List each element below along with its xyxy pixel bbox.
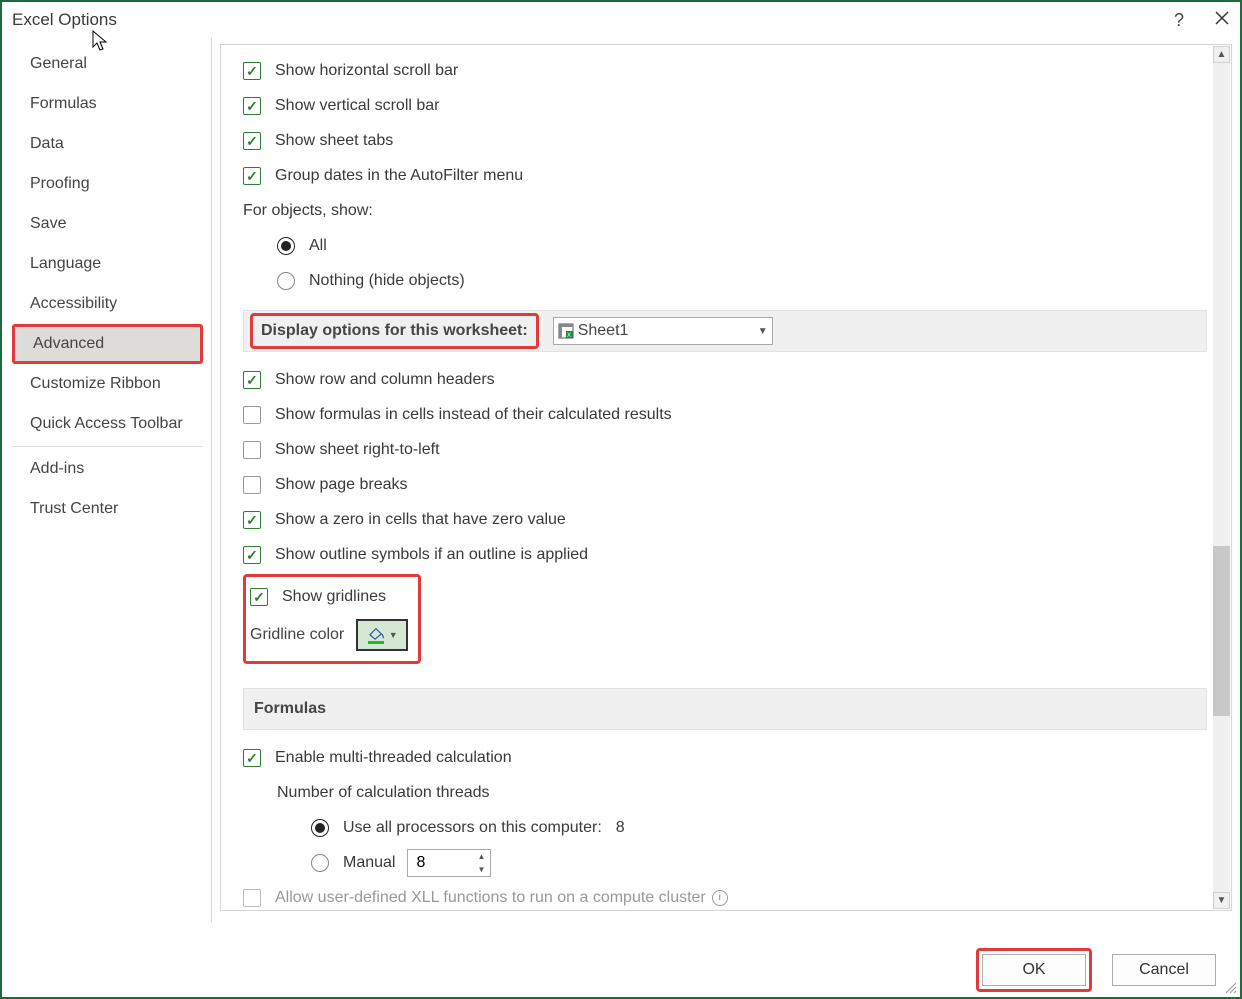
sidebar-divider — [12, 446, 203, 447]
label-group-dates[interactable]: Group dates in the AutoFilter menu — [275, 167, 523, 185]
radio-nothing[interactable] — [277, 272, 295, 290]
checkbox-outline[interactable] — [243, 546, 261, 564]
label-radio-all[interactable]: All — [309, 237, 327, 255]
section-worksheet-title: Display options for this worksheet: — [250, 313, 539, 349]
radio-all[interactable] — [277, 237, 295, 255]
sidebar-item-advanced[interactable]: Advanced — [12, 324, 203, 364]
resize-grip-icon[interactable] — [1224, 981, 1238, 995]
sidebar-item-trust-center[interactable]: Trust Center — [12, 489, 203, 529]
spinner-up-icon[interactable]: ▲ — [472, 850, 490, 863]
chevron-down-icon: ▼ — [758, 326, 768, 337]
sidebar-item-general[interactable]: General — [12, 44, 203, 84]
sidebar-item-proofing[interactable]: Proofing — [12, 164, 203, 204]
checkbox-xll — [243, 889, 261, 907]
dialog-title: Excel Options — [12, 10, 1174, 30]
label-page-breaks[interactable]: Show page breaks — [275, 476, 408, 494]
scroll-thumb[interactable] — [1213, 546, 1230, 716]
label-rtl[interactable]: Show sheet right-to-left — [275, 441, 440, 459]
label-manual[interactable]: Manual — [343, 854, 395, 872]
checkbox-gridlines[interactable] — [250, 588, 268, 606]
paint-bucket-icon — [367, 626, 385, 640]
label-zero[interactable]: Show a zero in cells that have zero valu… — [275, 511, 566, 529]
sidebar-item-quick-access[interactable]: Quick Access Toolbar — [12, 404, 203, 444]
label-gridline-color: Gridline color — [250, 626, 344, 644]
label-headers[interactable]: Show row and column headers — [275, 371, 495, 389]
label-num-threads: Number of calculation threads — [277, 784, 490, 802]
worksheet-select[interactable]: X Sheet1 ▼ — [553, 317, 773, 345]
worksheet-icon: X — [558, 323, 574, 339]
scroll-down-icon[interactable]: ▼ — [1213, 892, 1230, 909]
help-icon[interactable]: ? — [1174, 10, 1184, 31]
checkbox-multithread[interactable] — [243, 749, 261, 767]
scroll-up-icon[interactable]: ▲ — [1213, 46, 1230, 63]
content-panel: Show horizontal scroll bar Show vertical… — [220, 44, 1232, 911]
sidebar-item-data[interactable]: Data — [12, 124, 203, 164]
label-sheet-tabs[interactable]: Show sheet tabs — [275, 132, 393, 150]
label-outline[interactable]: Show outline symbols if an outline is ap… — [275, 546, 588, 564]
checkbox-sheet-tabs[interactable] — [243, 132, 261, 150]
label-xll: Allow user-defined XLL functions to run … — [275, 889, 706, 907]
sidebar-item-accessibility[interactable]: Accessibility — [12, 284, 203, 324]
checkbox-zero[interactable] — [243, 511, 261, 529]
sidebar-item-language[interactable]: Language — [12, 244, 203, 284]
checkbox-group-dates[interactable] — [243, 167, 261, 185]
gridline-color-picker[interactable]: ▼ — [356, 619, 408, 651]
checkbox-formulas-cells[interactable] — [243, 406, 261, 424]
sidebar: General Formulas Data Proofing Save Lang… — [12, 38, 212, 922]
label-for-objects: For objects, show: — [243, 202, 373, 220]
label-use-all[interactable]: Use all processors on this computer: — [343, 819, 602, 837]
label-radio-nothing[interactable]: Nothing (hide objects) — [309, 272, 465, 290]
section-formulas: Formulas — [243, 688, 1207, 730]
titlebar: Excel Options ? — [2, 2, 1240, 38]
label-multithread[interactable]: Enable multi-threaded calculation — [275, 749, 512, 767]
info-icon[interactable]: i — [712, 890, 728, 906]
radio-manual[interactable] — [311, 854, 329, 872]
sidebar-item-customize-ribbon[interactable]: Customize Ribbon — [12, 364, 203, 404]
label-gridlines[interactable]: Show gridlines — [282, 588, 386, 606]
worksheet-name: Sheet1 — [578, 322, 629, 340]
chevron-down-icon: ▼ — [389, 630, 398, 640]
label-formulas-cells[interactable]: Show formulas in cells instead of their … — [275, 406, 672, 424]
checkbox-horizontal-scrollbar[interactable] — [243, 62, 261, 80]
dialog-footer: OK Cancel — [976, 943, 1240, 997]
radio-use-all[interactable] — [311, 819, 329, 837]
manual-threads-spinner[interactable]: ▲▼ — [407, 849, 491, 877]
spinner-down-icon[interactable]: ▼ — [472, 863, 490, 876]
close-icon[interactable] — [1214, 10, 1230, 31]
cancel-button[interactable]: Cancel — [1112, 954, 1216, 986]
checkbox-rtl[interactable] — [243, 441, 261, 459]
sidebar-item-addins[interactable]: Add-ins — [12, 449, 203, 489]
checkbox-headers[interactable] — [243, 371, 261, 389]
checkbox-vertical-scrollbar[interactable] — [243, 97, 261, 115]
processor-count: 8 — [616, 819, 625, 837]
label-vertical-scrollbar[interactable]: Show vertical scroll bar — [275, 97, 440, 115]
ok-button[interactable]: OK — [982, 954, 1086, 986]
svg-text:X: X — [567, 333, 571, 339]
label-horizontal-scrollbar[interactable]: Show horizontal scroll bar — [275, 62, 458, 80]
checkbox-page-breaks[interactable] — [243, 476, 261, 494]
manual-threads-input[interactable] — [408, 850, 472, 876]
sidebar-item-save[interactable]: Save — [12, 204, 203, 244]
sidebar-item-formulas[interactable]: Formulas — [12, 84, 203, 124]
section-worksheet-display: Display options for this worksheet: X Sh… — [243, 310, 1207, 352]
vertical-scrollbar[interactable]: ▲ ▼ — [1213, 46, 1230, 909]
section-formulas-title: Formulas — [254, 700, 326, 718]
